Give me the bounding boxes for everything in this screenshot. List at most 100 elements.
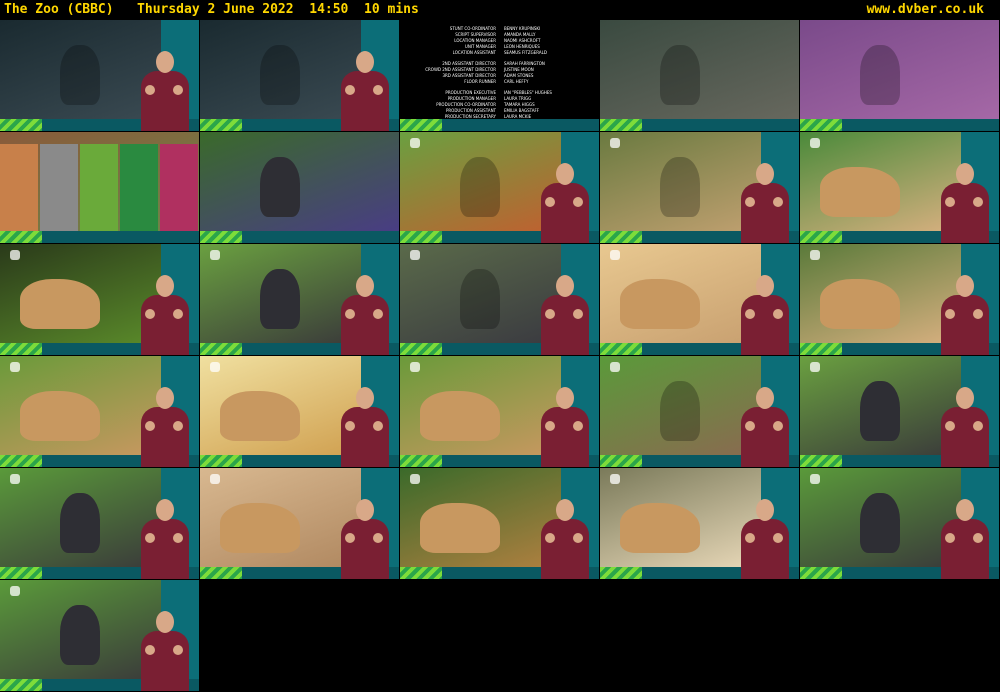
interpreter-head — [356, 387, 374, 409]
chevron-stripes-icon — [800, 231, 842, 243]
video-thumbnail[interactable] — [0, 356, 199, 467]
chevron-stripes-icon — [600, 231, 642, 243]
chevron-stripes-icon — [200, 231, 242, 243]
sign-language-interpreter — [139, 275, 191, 355]
video-thumbnail[interactable] — [400, 244, 599, 355]
channel-logo-icon — [610, 474, 620, 484]
video-thumbnail[interactable] — [400, 356, 599, 467]
video-thumbnail[interactable] — [0, 244, 199, 355]
video-thumbnail[interactable] — [200, 356, 399, 467]
interpreter-body — [141, 295, 189, 355]
interpreter-hand — [773, 533, 783, 543]
channel-logo-icon — [210, 362, 220, 372]
interpreter-body — [141, 407, 189, 467]
chevron-stripes-icon — [0, 119, 42, 131]
chevron-stripes-icon — [600, 119, 642, 131]
lion-figure — [620, 503, 700, 553]
video-thumbnail[interactable] — [200, 244, 399, 355]
video-thumbnail[interactable] — [600, 244, 799, 355]
video-thumbnail[interactable]: STUNT CO-ORDINATOR BENNY KRUPINSKI SCRIPT … — [400, 20, 599, 131]
interpreter-body — [941, 407, 989, 467]
video-thumbnail[interactable] — [800, 244, 999, 355]
video-thumbnail[interactable] — [200, 132, 399, 243]
thumbnail-frame — [800, 468, 961, 567]
sign-language-interpreter — [939, 275, 991, 355]
credit-name: CARL HEFFY — [504, 79, 529, 84]
chevron-stripes-icon — [800, 455, 842, 467]
video-thumbnail[interactable] — [0, 132, 199, 243]
sign-language-interpreter — [139, 499, 191, 579]
video-thumbnail[interactable] — [0, 20, 199, 131]
interpreter-hand — [973, 197, 983, 207]
sign-language-interpreter — [939, 387, 991, 467]
video-thumbnail[interactable] — [800, 468, 999, 579]
thumbnail-frame — [600, 468, 761, 567]
video-thumbnail[interactable] — [600, 468, 799, 579]
sign-language-interpreter — [539, 163, 591, 243]
video-thumbnail[interactable] — [200, 468, 399, 579]
video-thumbnail[interactable] — [0, 468, 199, 579]
interpreter-head — [156, 499, 174, 521]
interpreter-hand — [745, 197, 755, 207]
interpreter-body — [341, 519, 389, 579]
thumbnail-frame — [600, 132, 761, 231]
credit-role: 2ND ASSISTANT DIRECTOR — [442, 61, 496, 66]
channel-logo-icon — [210, 250, 220, 260]
thumbnail-frame — [400, 468, 561, 567]
credit-role: SCRIPT SUPERVISOR — [455, 32, 496, 37]
interpreter-body — [341, 407, 389, 467]
channel-logo-icon — [10, 362, 20, 372]
channel-logo-icon — [610, 250, 620, 260]
sign-language-interpreter — [539, 275, 591, 355]
credit-role: PRODUCTION MANAGER — [447, 96, 496, 101]
video-thumbnail[interactable] — [0, 580, 199, 691]
interpreter-hand — [145, 85, 155, 95]
interpreter-hand — [573, 421, 583, 431]
video-thumbnail[interactable] — [800, 20, 999, 131]
interpreter-head — [556, 387, 574, 409]
chevron-stripes-icon — [800, 119, 842, 131]
interpreter-hand — [373, 309, 383, 319]
interpreter-head — [156, 51, 174, 73]
thumbnail-frame — [0, 580, 161, 679]
thumbnail-grid: STUNT CO-ORDINATOR BENNY KRUPINSKI SCRIPT … — [0, 20, 1000, 692]
video-thumbnail[interactable] — [600, 20, 799, 131]
interpreter-body — [541, 407, 589, 467]
video-thumbnail[interactable] — [400, 132, 599, 243]
chevron-stripes-icon — [800, 567, 842, 579]
lion-figure — [420, 503, 500, 553]
credit-name: NAOMI ASHCROFT — [504, 38, 541, 43]
lion-figure — [820, 279, 900, 329]
interpreter-head — [956, 499, 974, 521]
site-link[interactable]: www.dvber.co.uk — [867, 0, 984, 20]
chevron-stripes-icon — [400, 343, 442, 355]
sign-language-interpreter — [339, 387, 391, 467]
chevron-stripes-icon — [0, 567, 42, 579]
video-thumbnail[interactable] — [200, 20, 399, 131]
chevron-stripes-icon — [200, 343, 242, 355]
video-thumbnail[interactable] — [600, 356, 799, 467]
video-thumbnail[interactable] — [800, 356, 999, 467]
credit-name: JUSTINE MOON — [504, 67, 534, 72]
lion-figure — [420, 391, 500, 441]
interpreter-hand — [345, 85, 355, 95]
scene-figure — [660, 45, 700, 105]
video-thumbnail[interactable] — [600, 132, 799, 243]
video-thumbnail[interactable] — [400, 468, 599, 579]
interpreter-hand — [173, 85, 183, 95]
thumbnail-frame — [200, 132, 399, 243]
credit-name: LEON HENRIQUES — [504, 44, 540, 49]
interpreter-hand — [745, 421, 755, 431]
sign-language-interpreter — [339, 51, 391, 131]
credit-role: LOCATION MANAGER — [454, 38, 496, 43]
interpreter-hand — [145, 421, 155, 431]
credit-name: ADAM STONES — [504, 73, 534, 78]
programme-title: The Zoo (CBBC) Thursday 2 June 2022 14:5… — [4, 2, 419, 17]
interpreter-body — [741, 519, 789, 579]
lion-figure — [620, 279, 700, 329]
sign-language-interpreter — [339, 275, 391, 355]
gorilla-figure — [260, 157, 300, 217]
video-thumbnail[interactable] — [800, 132, 999, 243]
interpreter-hand — [545, 197, 555, 207]
thumbnail-frame — [0, 20, 161, 119]
